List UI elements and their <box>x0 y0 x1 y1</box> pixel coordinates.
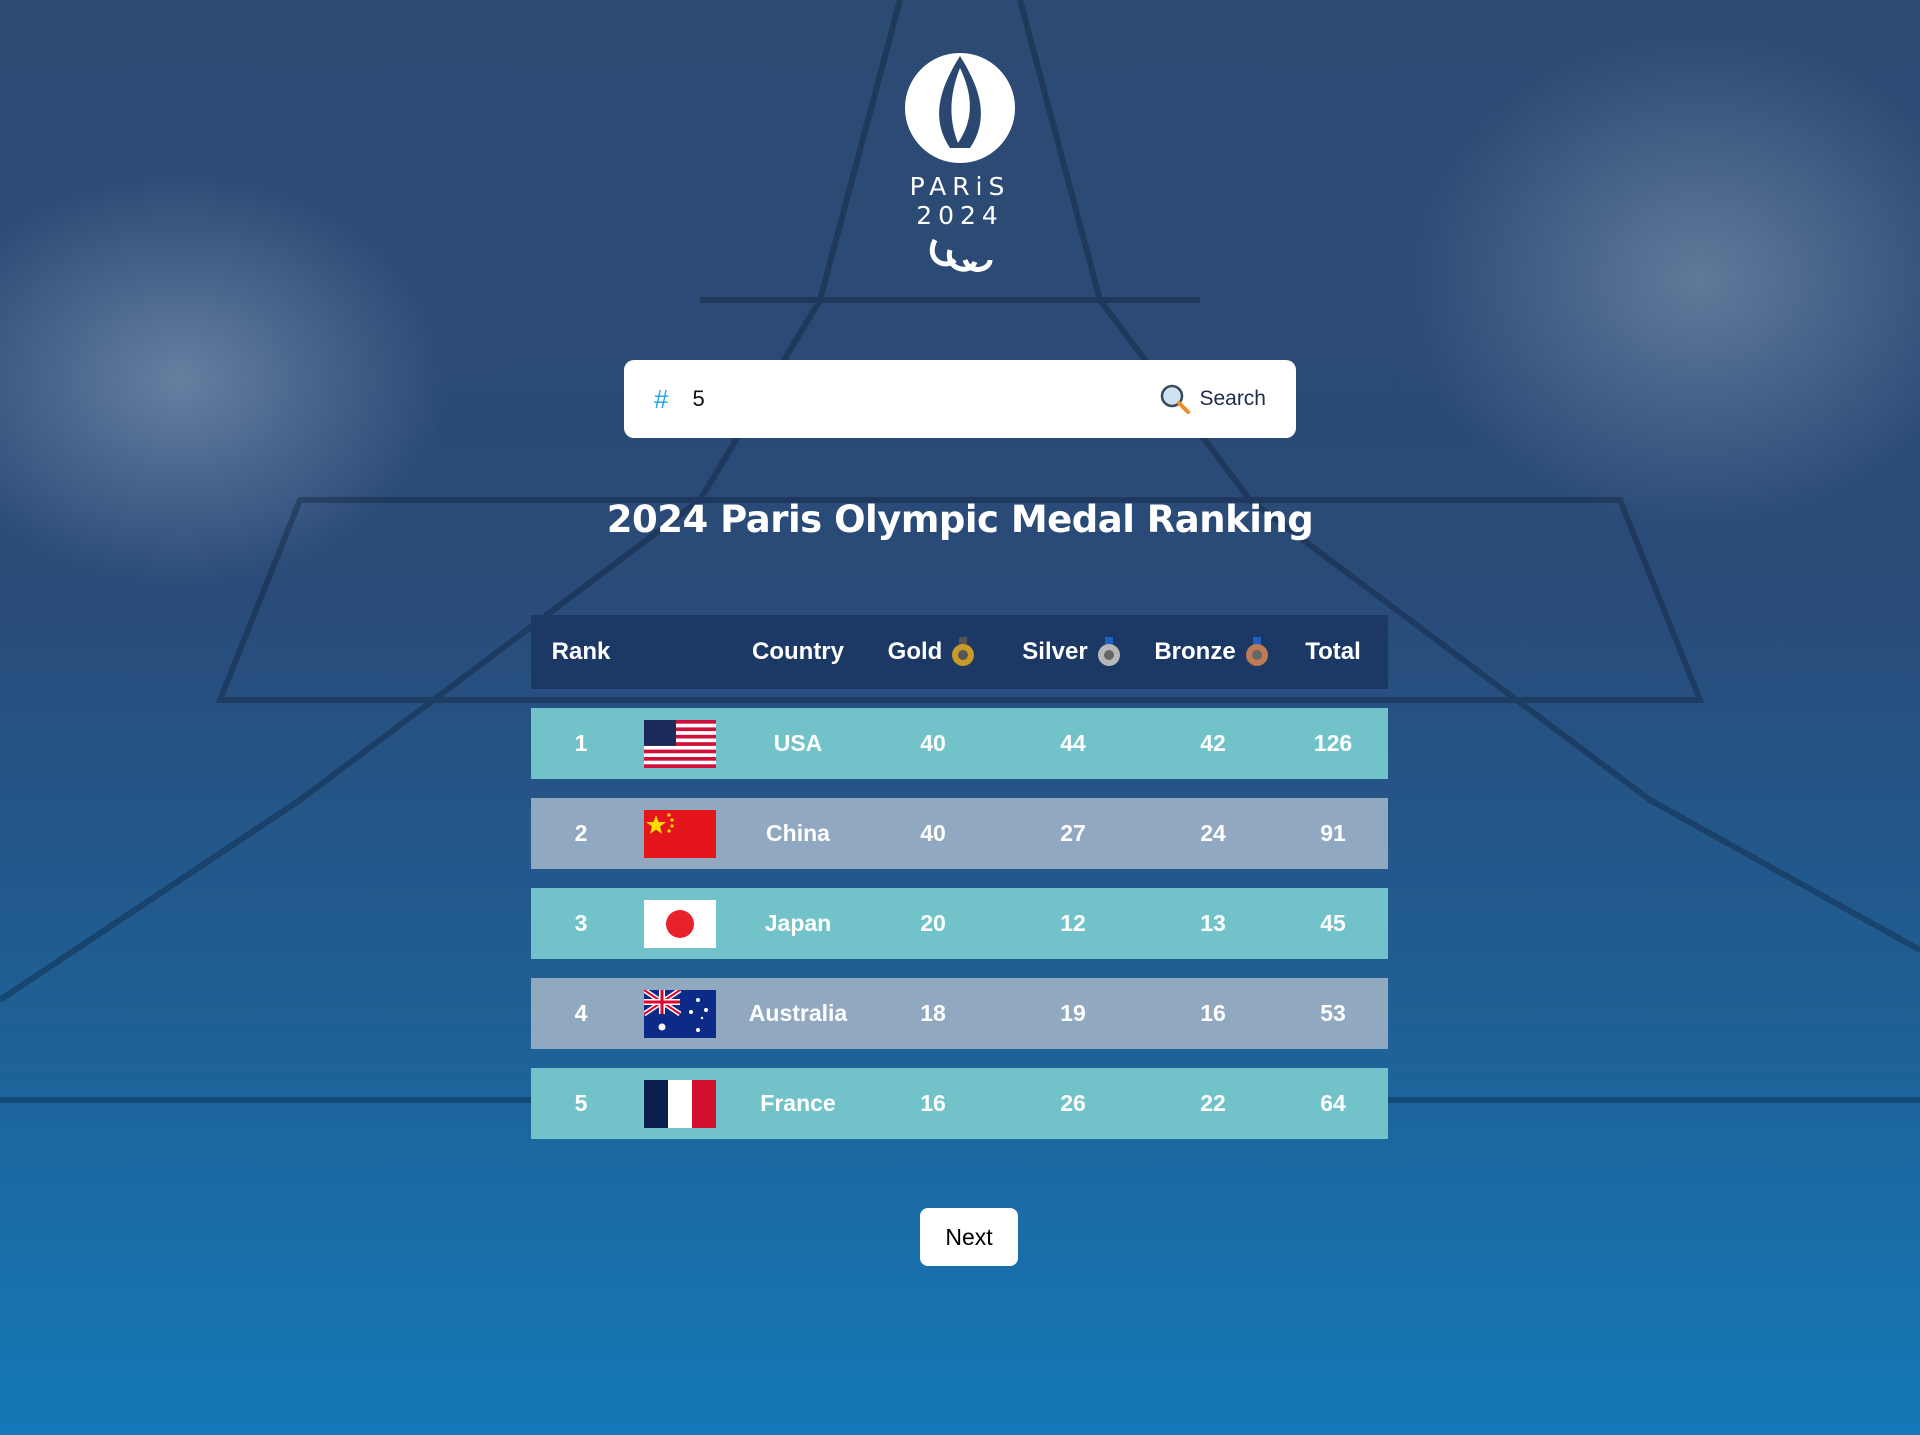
paris-2024-logo: PARiS 2024 <box>860 48 1060 272</box>
hash-icon: # <box>654 383 669 414</box>
header-silver: Silver <box>998 637 1148 667</box>
header-bronze: Bronze <box>1148 637 1278 667</box>
total-cell: 53 <box>1320 1000 1346 1026</box>
search-bar: # Search <box>624 360 1296 438</box>
country-cell: Japan <box>764 910 832 936</box>
silver-cell: 27 <box>1060 820 1086 846</box>
usa-flag-icon <box>643 719 716 768</box>
rank-cell: 4 <box>574 1000 588 1026</box>
next-button[interactable]: Next <box>920 1208 1018 1266</box>
bronze-cell: 24 <box>1200 820 1226 846</box>
table-header: Rank Country Gold Silver Bronze Total <box>531 615 1388 689</box>
bronze-cell: 42 <box>1200 730 1226 756</box>
country-cell: Australia <box>748 1000 848 1026</box>
total-cell: 126 <box>1313 730 1353 756</box>
header-gold: Gold <box>868 637 998 667</box>
silver-cell: 44 <box>1060 730 1086 756</box>
bronze-medal-icon <box>1245 637 1268 666</box>
total-cell: 64 <box>1320 1090 1346 1116</box>
page-title: 2024 Paris Olympic Medal Ranking <box>606 498 1314 541</box>
search-button-label: Search <box>1199 387 1266 410</box>
gold-cell: 18 <box>920 1000 946 1026</box>
table-row: 4 Australia 18 19 16 53 <box>531 978 1388 1049</box>
rank-cell: 2 <box>574 820 588 846</box>
rank-cell: 1 <box>574 730 588 756</box>
silver-medal-icon <box>1097 637 1120 666</box>
silver-cell: 12 <box>1060 910 1086 936</box>
table-row: 3 Japan 20 12 13 45 <box>531 888 1388 959</box>
gold-cell: 40 <box>920 730 946 756</box>
bronze-cell: 22 <box>1200 1090 1226 1116</box>
japan-flag-icon <box>643 899 716 948</box>
country-cell: France <box>760 1090 836 1116</box>
search-button[interactable]: Search <box>1159 383 1266 415</box>
gold-medal-icon <box>952 637 975 666</box>
gold-cell: 16 <box>920 1090 946 1116</box>
header-rank: Rank <box>551 638 611 665</box>
country-cell: China <box>766 820 830 846</box>
total-cell: 45 <box>1320 910 1346 936</box>
bronze-cell: 16 <box>1200 1000 1226 1026</box>
magnifier-icon <box>1161 384 1191 414</box>
search-input[interactable] <box>690 385 1160 413</box>
bronze-cell: 13 <box>1200 910 1226 936</box>
table-row: 1 USA 40 44 42 126 <box>531 708 1388 779</box>
total-cell: 91 <box>1320 820 1346 846</box>
table-row: 2 China 40 27 24 91 <box>531 798 1388 869</box>
silver-cell: 19 <box>1060 1000 1086 1026</box>
gold-cell: 20 <box>920 910 946 936</box>
gold-cell: 40 <box>920 820 946 846</box>
australia-flag-icon <box>643 989 716 1038</box>
silver-cell: 26 <box>1060 1090 1086 1116</box>
header-total: Total <box>1305 638 1361 665</box>
rank-cell: 5 <box>574 1090 588 1116</box>
rank-cell: 3 <box>574 910 588 936</box>
header-country: Country <box>752 638 844 665</box>
paralympic-agitos-icon <box>930 238 993 272</box>
table-row: 5 France 16 26 22 64 <box>531 1068 1388 1139</box>
china-flag-icon <box>643 809 716 858</box>
france-flag-icon <box>643 1079 716 1128</box>
country-cell: USA <box>773 730 823 756</box>
flame-icon <box>905 53 1015 163</box>
medal-table: Rank Country Gold Silver Bronze Total 1 … <box>531 615 1388 1139</box>
